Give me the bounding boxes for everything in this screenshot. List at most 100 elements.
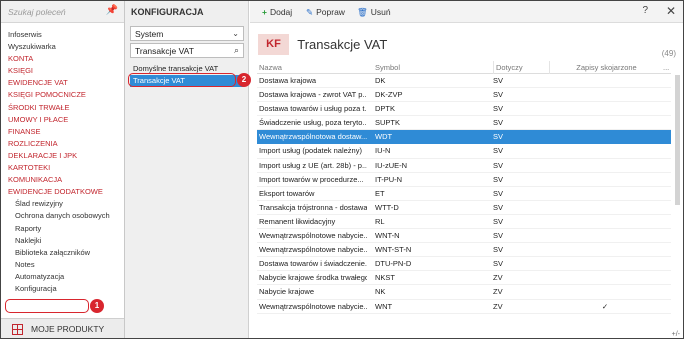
table-row[interactable]: Dostawa towarów i świadczenie... DTU-PN-D… bbox=[257, 257, 671, 272]
table-row[interactable]: Import towarów w procedurze... IT-PU-N SV bbox=[257, 173, 671, 187]
cell-symbol: IU-N bbox=[375, 146, 391, 156]
cell-name: Import usług z UE (art. 28b) - p... bbox=[259, 160, 367, 170]
menu-item[interactable]: Biblioteka załączników bbox=[1, 247, 124, 259]
record-count: (49) bbox=[661, 49, 676, 58]
menu-item[interactable]: Infoserwis bbox=[1, 29, 124, 41]
menu-item[interactable]: ŚRODKI TRWAŁE bbox=[1, 102, 124, 114]
cell-name: Dostawa towarów i świadczenie... bbox=[259, 259, 367, 269]
cell-symbol: WNT-ST-N bbox=[375, 245, 412, 255]
cell-symbol: DK-ZVP bbox=[375, 90, 403, 100]
cell-applies-to: SV bbox=[493, 146, 504, 156]
menu-item[interactable]: KOMUNIKACJA bbox=[1, 174, 124, 186]
help-button[interactable]: ? bbox=[642, 5, 648, 16]
table-row[interactable]: Dostawa krajowa - zwrot VAT p... DK-ZVP SV bbox=[257, 88, 671, 103]
table-row[interactable]: Świadczenie usług, poza teryto... SUPTK SV bbox=[257, 116, 671, 131]
cell-linked-entries: ✓ bbox=[601, 301, 609, 311]
cell-applies-to: SV bbox=[493, 76, 504, 85]
edit-label: Popraw bbox=[316, 7, 345, 17]
menu-item[interactable]: Raporty bbox=[1, 223, 124, 235]
menu-item[interactable]: Naklejki bbox=[1, 235, 124, 247]
delete-label: Usuń bbox=[370, 7, 391, 17]
cell-symbol: DTU-PN-D bbox=[375, 259, 412, 269]
system-select-value: System bbox=[135, 29, 164, 39]
cell-symbol: DPTK bbox=[375, 104, 396, 114]
table-row[interactable]: Wewnątrzwspólnotowa dostaw... WDT SV bbox=[257, 130, 671, 145]
cell-symbol: WNT-N bbox=[375, 231, 400, 241]
my-products-button[interactable]: MOJE PRODUKTY bbox=[1, 318, 124, 338]
menu-item[interactable]: ROZLICZENIA bbox=[1, 138, 124, 150]
cell-applies-to: SV bbox=[493, 259, 504, 269]
cell-applies-to: SV bbox=[493, 188, 504, 198]
menu-item[interactable]: DEKLARACJE I JPK bbox=[1, 150, 124, 162]
products-icon bbox=[12, 324, 23, 335]
chevron-down-icon: ⌄ bbox=[232, 29, 239, 38]
menu-item[interactable]: Notes bbox=[1, 259, 124, 271]
menu-item[interactable]: UMOWY I PŁACE bbox=[1, 114, 124, 126]
cell-symbol: WNT bbox=[375, 301, 393, 311]
cell-name: Wewnątrzwspólnotowe nabycie... bbox=[259, 231, 367, 241]
table-row[interactable]: Wewnątrzwspólnotowe nabycie... WNT-ST-N SV bbox=[257, 243, 671, 258]
configuration-search-value: Transakcje VAT bbox=[135, 46, 194, 56]
table-row[interactable]: Dostawa krajowa DK SV bbox=[257, 74, 671, 89]
table-row[interactable]: Import usług (podatek należny) IU-N SV bbox=[257, 144, 671, 159]
table-row[interactable]: Nabycie krajowe NK ZV bbox=[257, 285, 671, 300]
table-row[interactable]: Import usług z UE (art. 28b) - p... IU-zU… bbox=[257, 159, 671, 173]
cell-applies-to: SV bbox=[493, 160, 504, 170]
menu-item[interactable]: KARTOTEKI bbox=[1, 162, 124, 174]
cell-applies-to: SV bbox=[493, 245, 504, 255]
cell-symbol: DK bbox=[375, 76, 386, 85]
cell-symbol: IU-zUE-N bbox=[375, 160, 408, 170]
column-header-name[interactable]: Nazwa bbox=[259, 61, 367, 74]
add-label: Dodaj bbox=[269, 7, 293, 17]
table-row[interactable]: Wewnątrzwspólnotowe nabycie... WNT ZV ✓ bbox=[257, 300, 671, 314]
table-row[interactable]: Transakcja trójstronna - dostawa WTT-D SV bbox=[257, 201, 671, 215]
cell-symbol: NKST bbox=[375, 273, 396, 283]
trash-icon: 🗑 bbox=[357, 7, 368, 17]
menu-item[interactable]: Ślad rewizyjny bbox=[1, 198, 124, 210]
table-row[interactable]: Nabycie krajowe środka trwałego NKST ZV bbox=[257, 271, 671, 286]
cell-name: Dostawa towarów i usług poza t... bbox=[259, 104, 367, 114]
cell-applies-to: SV bbox=[493, 202, 504, 212]
cell-name: Dostawa krajowa bbox=[259, 76, 317, 85]
cell-applies-to: ZV bbox=[493, 301, 503, 311]
menu-item[interactable]: Wyszukiwarka bbox=[1, 41, 124, 53]
table-body: Dostawa krajowa DK SV Dostawa krajowa - zwr… bbox=[257, 74, 671, 314]
cell-symbol: WTT-D bbox=[375, 202, 399, 212]
system-select[interactable]: System ⌄ bbox=[130, 26, 244, 41]
table-row[interactable]: Dostawa towarów i usług poza t... DPTK SV bbox=[257, 102, 671, 117]
cell-applies-to: SV bbox=[493, 104, 504, 114]
menu-item[interactable]: Konfiguracja bbox=[1, 283, 124, 295]
column-header-applies-to[interactable]: Dotyczy bbox=[493, 61, 543, 74]
add-button[interactable]: + Dodaj bbox=[262, 7, 292, 17]
menu-item[interactable]: Ochrona danych osobowych bbox=[1, 210, 124, 222]
cell-applies-to: SV bbox=[493, 174, 504, 184]
table-header: Nazwa Symbol Dotyczy Zapisy skojarzone .… bbox=[257, 61, 671, 74]
menu-item[interactable]: EWIDENCJE DODATKOWE bbox=[1, 186, 124, 198]
column-header-symbol[interactable]: Symbol bbox=[375, 61, 485, 74]
pin-icon[interactable]: 📌 bbox=[106, 5, 118, 16]
menu-item[interactable]: KONTA bbox=[1, 53, 124, 65]
expand-collapse-control[interactable]: +/- bbox=[672, 331, 680, 338]
table-row[interactable]: Wewnątrzwspólnotowe nabycie... WNT-N SV bbox=[257, 229, 671, 244]
table-row[interactable]: Remanent likwidacyjny RL SV bbox=[257, 215, 671, 230]
vat-transactions-table: Nazwa Symbol Dotyczy Zapisy skojarzone .… bbox=[257, 61, 671, 314]
cell-name: Wewnątrzwspólnotowe nabycie... bbox=[259, 245, 367, 255]
search-icon[interactable]: ⌕ bbox=[234, 45, 239, 56]
menu-item[interactable]: FINANSE bbox=[1, 126, 124, 138]
edit-button[interactable]: ✎ Popraw bbox=[306, 7, 345, 18]
menu-item[interactable]: KSIĘGI bbox=[1, 65, 124, 77]
command-search-field[interactable]: Szukaj poleceń 📌 bbox=[1, 1, 124, 23]
module-badge: KF bbox=[258, 34, 289, 55]
menu-item[interactable]: EWIDENCJE VAT bbox=[1, 77, 124, 89]
close-button[interactable]: ✕ bbox=[666, 4, 676, 18]
menu-list: Infoserwis Wyszukiwarka KONTA KSIĘGI EWIDENC… bbox=[1, 23, 124, 295]
menu-item[interactable]: KSIĘGI POMOCNICZE bbox=[1, 89, 124, 101]
menu-item[interactable]: Automatyzacja bbox=[1, 271, 124, 283]
cell-symbol: NK bbox=[375, 287, 386, 297]
delete-button[interactable]: 🗑 Usuń bbox=[357, 7, 391, 18]
column-chooser-button[interactable]: ... bbox=[663, 61, 671, 74]
table-row[interactable]: Eksport towarów ET SV bbox=[257, 187, 671, 201]
vertical-scrollbar[interactable] bbox=[675, 75, 680, 205]
configuration-search-input[interactable]: Transakcje VAT ⌕ bbox=[130, 43, 244, 58]
column-header-linked-entries[interactable]: Zapisy skojarzone bbox=[549, 61, 661, 74]
